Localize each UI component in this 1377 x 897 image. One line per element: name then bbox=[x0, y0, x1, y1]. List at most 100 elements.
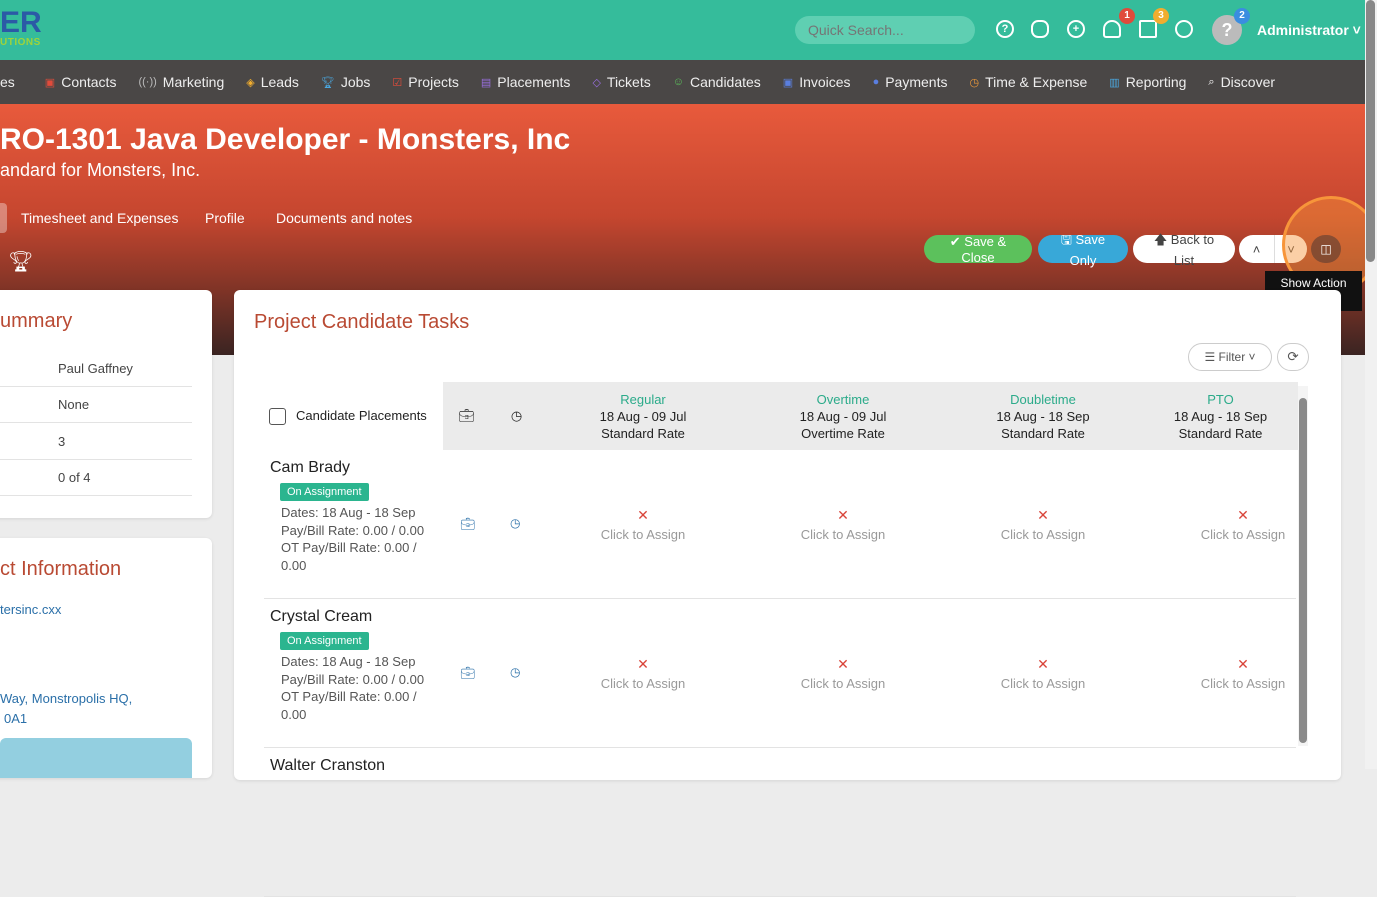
filter-button[interactable]: ☰ Filter ˅ bbox=[1188, 343, 1272, 371]
assign-cell[interactable]: ✕ Click to Assign bbox=[943, 505, 1143, 545]
quick-search-input[interactable] bbox=[795, 16, 975, 44]
nav-label: Reporting bbox=[1125, 74, 1187, 90]
save-close-button[interactable]: ✔ Save & Close bbox=[924, 234, 1032, 265]
nav-icon: ◇ bbox=[592, 76, 601, 89]
tab-profile[interactable]: Profile bbox=[205, 210, 245, 226]
unassigned-x-icon: ✕ bbox=[637, 656, 649, 672]
click-to-assign: Click to Assign bbox=[1200, 527, 1286, 542]
clock-icon: ◷ bbox=[490, 382, 543, 450]
nav-icon: ◷ bbox=[969, 76, 980, 89]
contact-title: ct Information bbox=[0, 558, 122, 580]
assign-cell[interactable]: ✕ Click to Assign bbox=[743, 505, 943, 545]
assign-cell[interactable]: ✕ Click to Assign bbox=[543, 654, 743, 694]
nav-item[interactable]: ☺ Candidates bbox=[673, 74, 761, 90]
user-menu[interactable]: Administrator ˅ bbox=[1257, 22, 1361, 38]
page-subtitle: andard for Monsters, Inc. bbox=[0, 160, 201, 180]
add-icon[interactable]: + bbox=[1067, 20, 1085, 38]
nav-item[interactable]: ▥ Reporting bbox=[1109, 74, 1186, 90]
nav-icon: ☑ bbox=[392, 76, 403, 89]
nav-label: Time & Expense bbox=[985, 74, 1088, 90]
nav-item[interactable]: ▣ Contacts bbox=[45, 74, 117, 90]
click-to-assign: Click to Assign bbox=[600, 527, 686, 542]
trophy-icon: 🏆︎ bbox=[8, 251, 34, 273]
nav-item[interactable]: ⌕ Discover bbox=[1208, 74, 1275, 90]
status-badge: On Assignment bbox=[280, 632, 369, 650]
nav-label: es bbox=[0, 74, 15, 90]
column-header: PTO 18 Aug - 18 Sep Standard Rate bbox=[1143, 382, 1298, 450]
column-header: Regular 18 Aug - 09 Jul Standard Rate bbox=[543, 382, 743, 450]
candidate-name[interactable]: Walter Cranston bbox=[270, 757, 385, 775]
click-to-assign: Click to Assign bbox=[800, 527, 886, 542]
click-to-assign: Click to Assign bbox=[600, 676, 686, 691]
nav-item[interactable]: ▣ Invoices bbox=[783, 74, 851, 90]
briefcase-icon[interactable]: 💼︎ bbox=[460, 517, 475, 531]
flag-icon[interactable] bbox=[1139, 20, 1157, 38]
click-to-assign: Click to Assign bbox=[800, 676, 886, 691]
email-link[interactable]: tersinc.cxx bbox=[0, 602, 61, 617]
chat-icon[interactable] bbox=[1031, 20, 1049, 38]
column-dates: 18 Aug - 09 Jul bbox=[799, 409, 887, 424]
nav-label: Placements bbox=[497, 74, 571, 90]
summary-title: ummary bbox=[0, 310, 73, 332]
summary-value: None bbox=[58, 397, 90, 412]
help-icon[interactable]: ? bbox=[996, 20, 1014, 38]
page-title: RO-1301 Java Developer - Monsters, Inc bbox=[0, 123, 571, 156]
ot-rate: OT Pay/Bill Rate: 0.00 / 0.00 bbox=[281, 540, 417, 573]
save-only-button[interactable]: 🖫 Save Only bbox=[1038, 232, 1128, 268]
unassigned-x-icon: ✕ bbox=[837, 656, 849, 672]
assign-cell[interactable]: ✕ Click to Assign bbox=[543, 505, 743, 545]
candidates-header-label: Candidate Placements bbox=[296, 408, 427, 423]
candidate-name[interactable]: Cam Brady bbox=[270, 459, 350, 477]
previous-button[interactable]: ˄ bbox=[1239, 235, 1274, 263]
briefcase-icon[interactable]: 💼︎ bbox=[460, 666, 475, 680]
tasks-title: Project Candidate Tasks bbox=[254, 311, 470, 333]
map-preview[interactable] bbox=[0, 738, 192, 778]
address-line1[interactable]: Way, Monstropolis HQ, bbox=[0, 691, 132, 706]
page-scrollbar-thumb[interactable] bbox=[1366, 0, 1375, 262]
clock-icon[interactable]: ◷ bbox=[510, 665, 520, 679]
ot-rate: OT Pay/Bill Rate: 0.00 / 0.00 bbox=[281, 689, 417, 722]
column-header: Doubletime 18 Aug - 18 Sep Standard Rate bbox=[943, 382, 1143, 450]
candidates-header: Candidate Placements bbox=[264, 382, 443, 450]
assign-cell[interactable]: ✕ Click to Assign bbox=[743, 654, 943, 694]
nav-item[interactable]: ◇ Tickets bbox=[592, 74, 650, 90]
table-row: Cam Brady On Assignment Dates: 18 Aug - 18… bbox=[264, 450, 1296, 599]
clock-icon[interactable]: ◷ bbox=[510, 516, 520, 530]
nav-icon: ● bbox=[872, 76, 880, 88]
summary-value: 0 of 4 bbox=[58, 470, 91, 485]
table-scrollbar-thumb[interactable] bbox=[1299, 398, 1307, 743]
logo[interactable]: ER UTIONS bbox=[0, 8, 42, 48]
column-type: Doubletime bbox=[1010, 392, 1076, 407]
nav-item[interactable]: ◈ Leads bbox=[246, 74, 299, 90]
refresh-button[interactable]: ⟳ bbox=[1277, 343, 1309, 371]
assign-cell[interactable]: ✕ Click to Assign bbox=[1143, 654, 1343, 694]
address-line2[interactable]: 0A1 bbox=[4, 711, 27, 726]
action-menu-toggle-icon[interactable]: ◫ bbox=[1311, 235, 1341, 263]
tab-documents[interactable]: Documents and notes bbox=[276, 210, 412, 226]
nav-item[interactable]: ◷ Time & Expense bbox=[969, 74, 1087, 90]
column-dates: 18 Aug - 18 Sep bbox=[996, 409, 1090, 424]
summary-value: 3 bbox=[58, 434, 66, 449]
nav-item[interactable]: ((·)) Marketing bbox=[138, 74, 224, 90]
column-header: Overtime 18 Aug - 09 Jul Overtime Rate bbox=[743, 382, 943, 450]
table-scrollbar[interactable] bbox=[1298, 386, 1308, 746]
nav-item[interactable]: ● Payments bbox=[873, 74, 948, 90]
nav-icon: ▣ bbox=[44, 76, 56, 89]
nav-label: Payments bbox=[885, 74, 948, 90]
nav-item[interactable]: ☑ Projects bbox=[392, 74, 458, 90]
summary-row: None bbox=[0, 387, 192, 423]
tab-timesheet[interactable]: Timesheet and Expenses bbox=[21, 210, 178, 226]
back-to-list-button[interactable]: 🡅 Back to List bbox=[1133, 232, 1235, 268]
nav-item[interactable]: es bbox=[0, 74, 15, 90]
nav-item[interactable]: 🏆︎ Jobs bbox=[321, 74, 371, 90]
column-rate: Standard Rate bbox=[1001, 426, 1085, 441]
summary-card: ummary Paul Gaffney None 3 0 of 4 bbox=[0, 290, 212, 518]
assign-cell[interactable]: ✕ Click to Assign bbox=[1143, 505, 1343, 545]
tab-active[interactable] bbox=[0, 203, 7, 233]
bell-icon[interactable] bbox=[1103, 20, 1121, 38]
nav-item[interactable]: ▤ Placements bbox=[481, 74, 571, 90]
select-all-checkbox[interactable] bbox=[269, 408, 286, 426]
assign-cell[interactable]: ✕ Click to Assign bbox=[943, 654, 1143, 694]
history-icon[interactable] bbox=[1175, 20, 1193, 38]
candidate-name[interactable]: Crystal Cream bbox=[270, 608, 372, 626]
